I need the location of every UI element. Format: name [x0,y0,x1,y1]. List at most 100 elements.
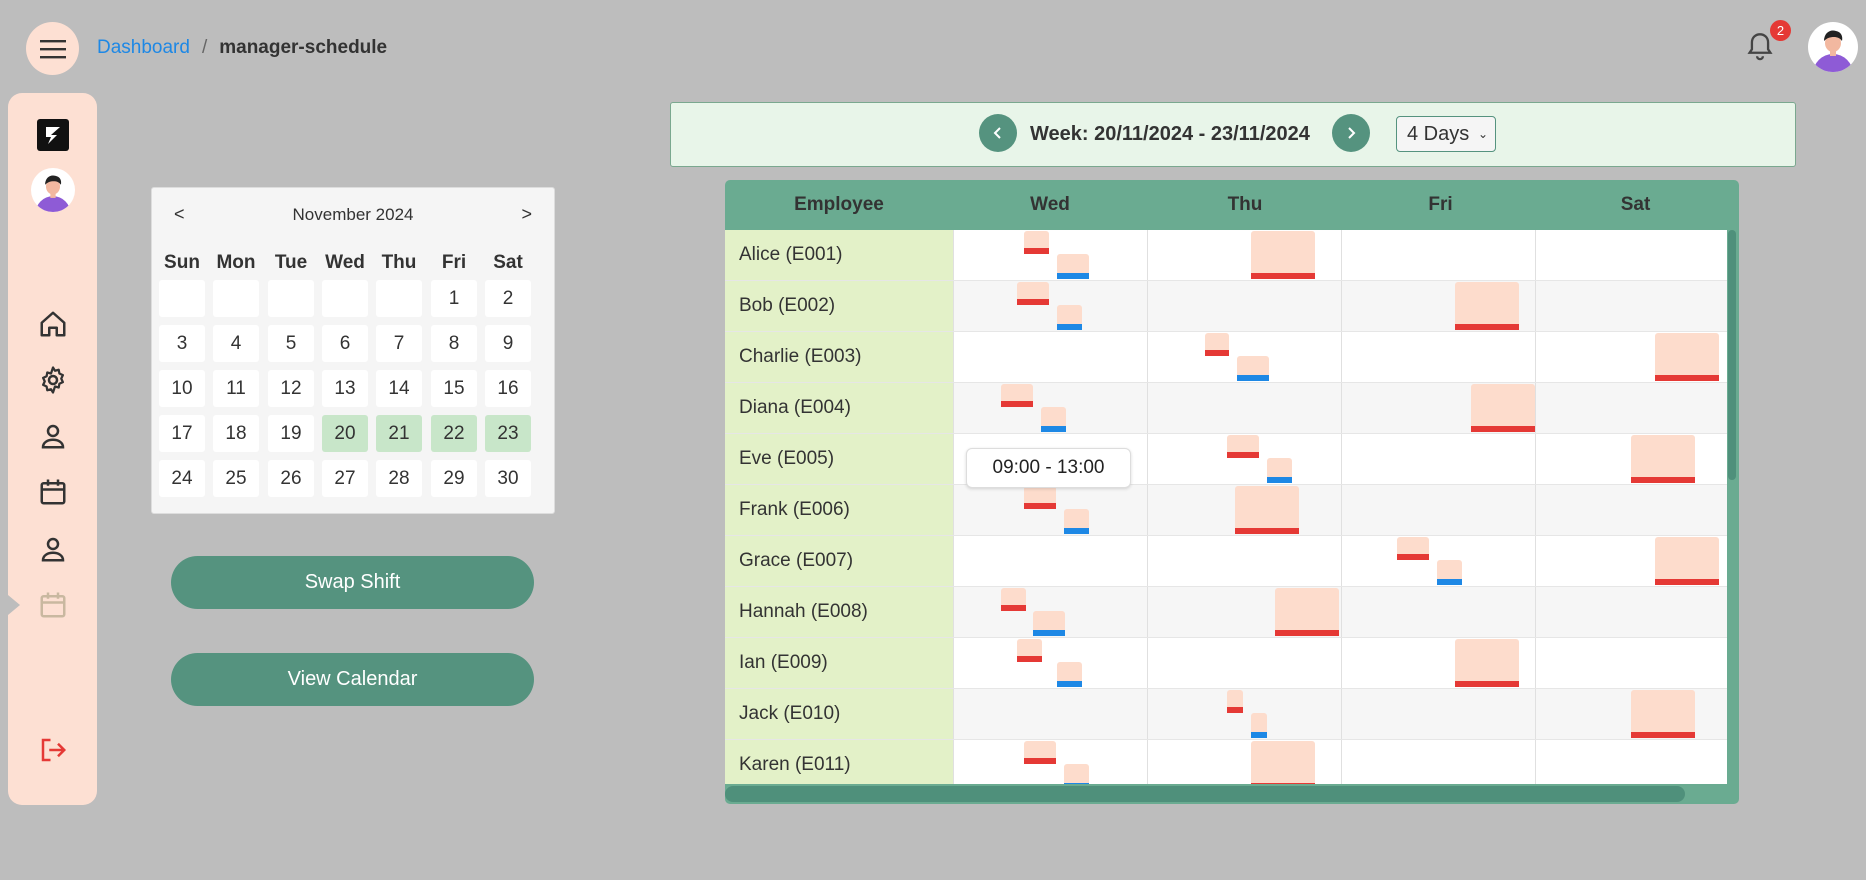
day-cell[interactable] [1147,281,1341,331]
calendar-day[interactable]: 9 [485,325,531,362]
day-cell[interactable] [953,689,1147,739]
next-week-button[interactable] [1332,114,1370,152]
shift-block[interactable] [1057,305,1082,330]
calendar-day[interactable]: 3 [159,325,205,362]
shift-block[interactable] [1205,333,1229,356]
day-cell[interactable] [1341,587,1535,637]
day-cell[interactable] [1535,587,1727,637]
calendar-day[interactable]: 12 [268,370,314,407]
calendar-day[interactable]: 16 [485,370,531,407]
calendar-day[interactable]: 4 [213,325,259,362]
day-cell[interactable] [1341,434,1535,484]
shift-block[interactable] [1655,537,1719,585]
day-cell[interactable] [1147,689,1341,739]
prev-week-button[interactable] [979,114,1017,152]
shift-block[interactable] [1001,588,1026,611]
day-cell[interactable] [1341,689,1535,739]
shift-block[interactable] [1235,486,1299,534]
bell-icon[interactable] [1746,32,1774,62]
shift-block[interactable] [1655,333,1719,381]
calendar-day[interactable]: 5 [268,325,314,362]
shift-block[interactable] [1455,282,1519,330]
calendar-day[interactable]: 11 [213,370,259,407]
calendar-day[interactable]: 20 [322,415,368,452]
avatar[interactable] [1808,22,1858,72]
calendar-day[interactable]: 21 [376,415,422,452]
calendar-day[interactable]: 24 [159,460,205,497]
calendar-icon[interactable] [38,477,68,507]
day-cell[interactable] [953,281,1147,331]
home-icon[interactable] [38,309,68,339]
logout-icon[interactable] [38,735,68,765]
day-cell[interactable] [1535,740,1727,784]
day-cell[interactable] [1535,383,1727,433]
day-cell[interactable] [953,638,1147,688]
calendar-day[interactable]: 2 [485,280,531,317]
shift-block[interactable] [1001,384,1033,407]
person-icon[interactable] [38,534,68,564]
calendar-day[interactable]: 13 [322,370,368,407]
menu-button[interactable] [26,22,79,75]
gear-icon[interactable] [38,365,68,395]
calendar-day[interactable]: 26 [268,460,314,497]
shift-block[interactable] [1057,254,1089,279]
shift-block[interactable] [1251,741,1315,784]
calendar-day[interactable]: 30 [485,460,531,497]
calendar-day[interactable]: 1 [431,280,477,317]
shift-block[interactable] [1017,282,1049,305]
shift-block[interactable] [1275,588,1339,636]
calendar-day[interactable]: 22 [431,415,477,452]
vertical-scrollbar[interactable] [1728,230,1736,480]
day-cell[interactable] [953,536,1147,586]
shift-block[interactable] [1631,435,1695,483]
calendar-day[interactable]: 14 [376,370,422,407]
shift-block[interactable] [1397,537,1429,560]
day-cell[interactable] [1535,281,1727,331]
calendar-day[interactable]: 15 [431,370,477,407]
calendar-day[interactable]: 18 [213,415,259,452]
shift-block[interactable] [1024,231,1049,254]
calendar-day[interactable]: 10 [159,370,205,407]
shift-block[interactable] [1455,639,1519,687]
shift-block[interactable] [1064,764,1089,784]
sidebar-avatar[interactable] [31,168,75,212]
shift-block[interactable] [1033,611,1065,636]
calendar-day[interactable]: 29 [431,460,477,497]
shift-block[interactable] [1631,690,1695,738]
shift-block[interactable] [1064,509,1089,534]
shift-block[interactable] [1237,356,1269,381]
shift-block[interactable] [1267,458,1292,483]
calendar-day[interactable]: 28 [376,460,422,497]
day-cell[interactable] [1535,485,1727,535]
shift-block[interactable] [1041,407,1066,432]
swap-shift-button[interactable]: Swap Shift [171,556,534,609]
shift-block[interactable] [1017,639,1042,662]
day-cell[interactable] [953,230,1147,280]
day-cell[interactable] [1535,230,1727,280]
day-cell[interactable] [953,332,1147,382]
day-cell[interactable] [1147,536,1341,586]
shift-block[interactable] [1227,435,1259,458]
calendar-day[interactable]: 27 [322,460,368,497]
shift-block[interactable] [1227,690,1243,713]
calendar-day[interactable]: 25 [213,460,259,497]
day-cell[interactable] [1147,383,1341,433]
day-cell[interactable] [1341,485,1535,535]
calendar-day[interactable]: 7 [376,325,422,362]
day-cell[interactable] [1341,230,1535,280]
day-cell[interactable] [1147,638,1341,688]
horizontal-scrollbar[interactable] [725,786,1685,802]
view-calendar-button[interactable]: View Calendar [171,653,534,706]
shift-block[interactable] [1024,741,1056,764]
calendar-day[interactable]: 8 [431,325,477,362]
shift-block[interactable] [1471,384,1535,432]
shift-block[interactable] [1024,486,1056,509]
calendar-day[interactable]: 19 [268,415,314,452]
breadcrumb-dashboard-link[interactable]: Dashboard [97,37,190,59]
next-month-button[interactable]: > [521,204,532,225]
day-cell[interactable] [1341,332,1535,382]
days-range-select[interactable]: 4 Days ⌄ [1396,116,1496,152]
shift-block[interactable] [1057,662,1082,687]
shift-block[interactable] [1437,560,1462,585]
day-cell[interactable] [1535,638,1727,688]
